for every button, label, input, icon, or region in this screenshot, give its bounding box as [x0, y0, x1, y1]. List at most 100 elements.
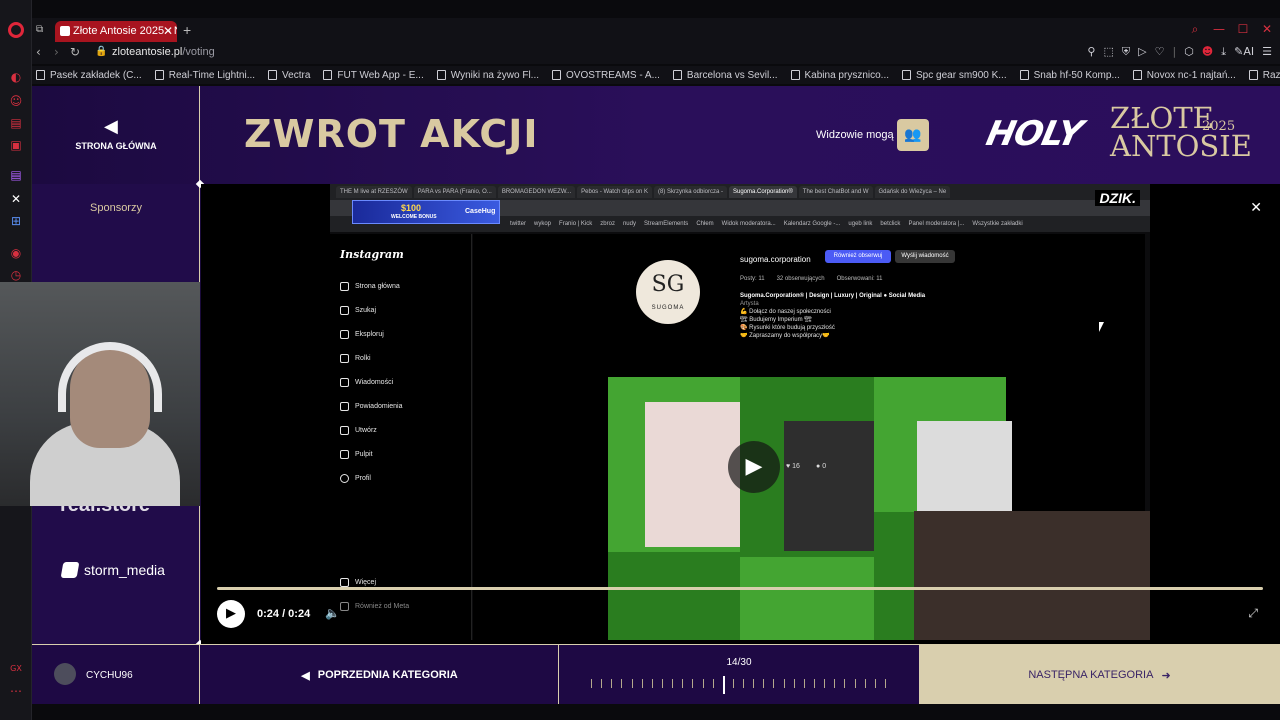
bookmark-icon — [790, 70, 800, 80]
gx-icon[interactable]: GX — [9, 662, 23, 676]
volume-icon[interactable]: 🔈 — [325, 606, 340, 620]
ig-nav-item: Utwórz — [340, 426, 377, 435]
tick — [783, 679, 785, 688]
create-icon — [340, 426, 349, 435]
message-button: Wyślij wiadomość — [895, 250, 955, 263]
inner-bookmark: nudy — [622, 221, 636, 227]
tick — [661, 679, 663, 688]
profile-avatar: SG SUGOMA — [636, 260, 700, 324]
pin-icon[interactable]: ⚲ — [1087, 45, 1095, 59]
snapshot-icon[interactable]: ⬚ — [1103, 45, 1113, 59]
player-icon[interactable]: ◉ — [9, 246, 23, 260]
tab-favicon-icon — [60, 26, 70, 36]
close-video-icon[interactable]: ✕ — [1250, 200, 1262, 216]
inner-bookmark: betclick — [880, 221, 901, 227]
video-player[interactable]: THE M live at RZESZÓW PARA vs PARA (Frani… — [201, 184, 1280, 644]
instagram-logo: Instagram — [340, 248, 404, 261]
minimize-icon[interactable]: — — [1212, 22, 1226, 37]
aria-icon[interactable]: ☺ — [9, 94, 23, 108]
next-category-label: NASTĘPNA KATEGORIA — [1028, 669, 1154, 681]
bookmark-item[interactable]: Razer Seiren X Ca... — [1248, 70, 1280, 81]
inner-bookmark: zbroz — [600, 221, 615, 227]
bookmark-icon — [154, 70, 164, 80]
ig-nav-label: Strona główna — [355, 283, 400, 290]
bookmark-item[interactable]: Snab hf-50 Komp... — [1019, 70, 1120, 81]
translate-icon[interactable]: ⊞ — [9, 214, 23, 228]
screen: ◐ ☺ ▤ ▣ ▤ ✕ ⊞ ◉ ◷ GX ⋯ ⧉ Złote Antosie 2… — [0, 0, 1280, 720]
messenger-icon[interactable]: ▤ — [9, 116, 23, 130]
tab-close-icon[interactable]: ✕ — [163, 21, 173, 42]
ig-more-label: Więcej — [355, 579, 377, 586]
category-counter: 14/30 — [559, 645, 919, 704]
video-frame[interactable]: THE M live at RZESZÓW PARA vs PARA (Frani… — [330, 184, 1150, 640]
tick — [834, 679, 836, 688]
download-icon[interactable]: ⤓ — [1221, 45, 1226, 59]
tab-active[interactable]: Złote Antosie 2025 - Najw ✕ — [55, 21, 177, 42]
tab-menu-icon[interactable]: ⧉ — [36, 24, 43, 35]
casehug-promo: $100 WELCOME BONUS CaseHug — [352, 200, 500, 224]
viewers-icon[interactable]: 👥 — [897, 119, 929, 151]
player-play-icon[interactable]: ▷ — [1138, 45, 1146, 59]
stat-following: Obserwowani: 11 — [836, 276, 883, 282]
extensions-icon[interactable]: ⬡ — [1184, 45, 1194, 59]
progress-bar[interactable] — [217, 587, 1263, 590]
back-icon[interactable]: ‹ — [36, 45, 41, 59]
sponsor-storm-media[interactable]: storm_media — [60, 562, 165, 578]
twitch-icon[interactable]: ▤ — [9, 168, 23, 182]
previous-category-button[interactable]: ◀ POPRZEDNIA KATEGORIA — [201, 645, 559, 704]
bookmark-item[interactable]: Kabina prysznico... — [790, 69, 890, 81]
lock-icon[interactable]: 🔒 — [95, 46, 107, 57]
voting-page: ◀ STRONA GŁÓWNA ZWROT AKCJI Widzowie mog… — [32, 86, 1280, 704]
tick — [814, 679, 816, 688]
more-icon[interactable]: ⋯ — [9, 684, 23, 698]
home-button[interactable]: ◀ STRONA GŁÓWNA — [32, 86, 200, 184]
inner-bookmark: StreamElements — [643, 221, 689, 227]
bookmark-item[interactable]: Pasek zakładek (C... — [36, 70, 142, 81]
opera-logo-icon[interactable] — [8, 22, 24, 38]
bookmark-item[interactable]: FUT Web App - E... — [323, 70, 424, 81]
heart-icon[interactable]: ♡ — [1155, 45, 1165, 59]
tick — [682, 679, 684, 688]
search-icon[interactable]: ⌕ — [1188, 22, 1202, 37]
next-category-button[interactable]: NASTĘPNA KATEGORIA ➜ — [919, 645, 1280, 704]
avatar-subtitle: SUGOMA — [651, 305, 685, 311]
bookmark-item[interactable]: Novox nc-1 najtań... — [1132, 70, 1236, 81]
speed-dial-icon[interactable]: ◐ — [9, 70, 23, 84]
tick — [712, 679, 714, 688]
meta-icon — [340, 602, 349, 611]
sponsors-label: Sponsorzy — [90, 202, 142, 214]
bookmark-label: Kabina prysznico... — [804, 69, 890, 81]
post-comments-count: 0 — [822, 463, 827, 470]
close-window-icon[interactable]: ✕ — [1260, 22, 1274, 37]
ig-nav-item: Strona główna — [340, 282, 400, 291]
forward-icon[interactable]: › — [54, 45, 59, 59]
user-block[interactable]: CYCHU96 — [32, 645, 200, 704]
ig-nav-item: Pulpit — [340, 450, 373, 459]
ig-nav-label: Wiadomości — [355, 379, 394, 386]
profile-icon[interactable]: ☻ — [1202, 45, 1213, 59]
x-twitter-icon[interactable]: ✕ — [9, 192, 23, 206]
bookmark-item[interactable]: Vectra — [268, 70, 310, 81]
bookmark-item[interactable]: Real-Time Lightni... — [154, 70, 255, 81]
post-dark: ♥ 16 ● 0 — [784, 421, 874, 551]
maximize-icon[interactable]: ☐ — [1236, 22, 1250, 37]
bookmark-item[interactable]: Barcelona vs Sevil... — [672, 70, 778, 81]
play-button[interactable]: ▶ — [217, 600, 245, 628]
url-field[interactable]: zloteantosie.pl/voting — [112, 46, 215, 58]
history-icon[interactable]: ◷ — [9, 268, 23, 282]
new-tab-icon[interactable]: + — [183, 22, 191, 38]
instagram-icon[interactable]: ▣ — [9, 138, 23, 152]
ai-icon[interactable]: ✎AI — [1234, 45, 1254, 59]
bookmark-icon — [436, 70, 446, 80]
bookmark-item[interactable]: OVOSTREAMS - A... — [552, 70, 660, 81]
fullscreen-icon[interactable]: ⤢ — [1248, 606, 1258, 621]
promo-bonus: $100 — [401, 203, 422, 213]
reload-icon[interactable]: ↻ — [70, 45, 80, 59]
tick — [793, 679, 795, 688]
bookmark-item[interactable]: Spc gear sm900 K... — [902, 70, 1007, 81]
shield-icon[interactable]: ⛨ — [1122, 45, 1130, 59]
url-domain: zloteantosie.pl — [112, 46, 183, 58]
easy-setup-icon[interactable]: ☰ — [1262, 45, 1272, 59]
tab-title: Złote Antosie 2025 - Najw — [73, 25, 177, 37]
bookmark-item[interactable]: Wyniki na żywo Fl... — [436, 70, 539, 81]
